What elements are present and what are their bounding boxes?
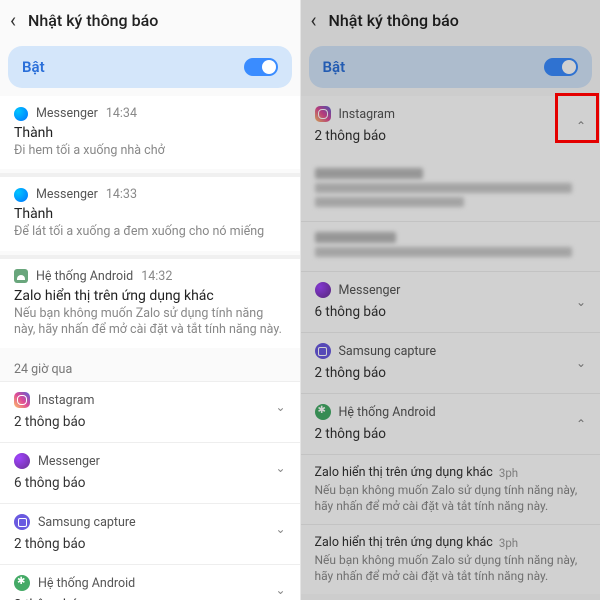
messenger-icon	[14, 453, 30, 469]
group-count: 2 thông báo	[14, 536, 286, 552]
samsung-capture-icon	[14, 514, 30, 530]
chevron-down-icon: ⌄	[576, 295, 586, 309]
app-group[interactable]: Samsung capture 2 thông báo ⌄	[0, 503, 300, 564]
tutorial-highlight	[555, 93, 599, 143]
notif-body: Nếu bạn không muốn Zalo sử dụng tính năn…	[315, 553, 587, 584]
chevron-down-icon: ⌄	[275, 400, 285, 414]
blurred-notification	[301, 221, 600, 271]
notif-body: Đi hem tối a xuống nhà chở	[14, 143, 286, 159]
header: ‹ Nhật ký thông báo	[0, 0, 300, 40]
notification-item[interactable]: Messenger 14:33 Thành Để lát tối a xuống…	[0, 177, 300, 250]
notif-time: 14:32	[141, 269, 172, 284]
back-icon[interactable]: ‹	[10, 8, 16, 32]
group-app-name: Instagram	[38, 393, 94, 408]
messenger-icon	[14, 107, 28, 121]
notif-time: 3ph	[499, 466, 518, 480]
app-group[interactable]: Messenger 6 thông báo ⌄	[301, 271, 600, 332]
page-title: Nhật ký thông báo	[28, 11, 158, 30]
notif-body: Nếu bạn không muốn Zalo sử dụng tính năn…	[14, 306, 286, 339]
toggle-switch[interactable]	[544, 58, 578, 76]
notif-title: Zalo hiển thị trên ứng dụng khác	[14, 288, 286, 304]
notif-title: Thành	[14, 125, 286, 141]
toggle-switch[interactable]	[244, 58, 278, 76]
group-count: 6 thông báo	[315, 304, 587, 320]
notif-title: Zalo hiển thị trên ứng dụng khác	[315, 535, 493, 550]
blurred-notification	[301, 158, 600, 221]
group-count: 6 thông báo	[14, 475, 286, 491]
master-toggle-row[interactable]: Bật	[309, 46, 593, 88]
android-settings-icon	[14, 575, 30, 591]
app-group[interactable]: Messenger 6 thông báo ⌄	[0, 442, 300, 503]
group-app-name: Hệ thống Android	[38, 576, 135, 591]
notif-time: 14:34	[106, 106, 137, 121]
notif-time: 14:33	[106, 187, 137, 202]
samsung-capture-icon	[315, 343, 331, 359]
app-name: Messenger	[36, 187, 98, 202]
group-app-name: Messenger	[38, 454, 100, 469]
group-app-name: Messenger	[339, 283, 401, 298]
app-name: Messenger	[36, 106, 98, 121]
notification-item[interactable]: Hệ thống Android 14:32 Zalo hiển thị trê…	[0, 259, 300, 349]
back-icon[interactable]: ‹	[311, 8, 317, 32]
app-group[interactable]: Samsung capture 2 thông báo ⌄	[301, 332, 600, 393]
group-count: 2 thông báo	[315, 426, 587, 442]
notification-item[interactable]: Zalo hiển thị trên ứng dụng khác 3ph Nếu…	[301, 454, 600, 524]
chevron-down-icon: ⌄	[275, 522, 285, 536]
instagram-icon	[14, 392, 30, 408]
group-count: 2 thông báo	[315, 365, 587, 381]
page-title: Nhật ký thông báo	[329, 11, 459, 30]
messenger-icon	[315, 282, 331, 298]
android-icon	[14, 269, 28, 283]
screenshot-right: ‹ Nhật ký thông báo Bật Instagram 2 thôn…	[301, 0, 600, 600]
app-group[interactable]: Hệ thống Android 2 thông báo ⌄	[0, 564, 300, 600]
app-group[interactable]: Instagram 2 thông báo ⌄	[0, 381, 300, 442]
notif-title: Zalo hiển thị trên ứng dụng khác	[315, 465, 493, 480]
toggle-label: Bật	[22, 58, 45, 76]
master-toggle-row[interactable]: Bật	[8, 46, 292, 88]
messenger-icon	[14, 188, 28, 202]
app-name: Hệ thống Android	[36, 269, 133, 284]
chevron-up-icon: ⌃	[576, 417, 586, 431]
group-count: 2 thông báo	[14, 414, 286, 430]
group-count: 2 thông báo	[315, 128, 587, 144]
notif-time: 3ph	[499, 536, 518, 550]
group-app-name: Hệ thống Android	[339, 405, 436, 420]
android-settings-icon	[315, 404, 331, 420]
notif-body: Nếu bạn không muốn Zalo sử dụng tính năn…	[315, 483, 587, 514]
notif-title: Thành	[14, 206, 286, 222]
notif-body: Để lát tối a xuống a đem xuống cho nó mi…	[14, 224, 286, 240]
notification-item[interactable]: Zalo hiển thị trên ứng dụng khác 3ph Nếu…	[301, 524, 600, 594]
chevron-down-icon: ⌄	[576, 356, 586, 370]
group-app-name: Samsung capture	[38, 515, 136, 530]
app-group[interactable]: Hệ thống Android 2 thông báo ⌃	[301, 393, 600, 454]
toggle-label: Bật	[323, 58, 346, 76]
header: ‹ Nhật ký thông báo	[301, 0, 600, 40]
section-24h: 24 giờ qua	[0, 352, 300, 381]
chevron-down-icon: ⌄	[275, 583, 285, 597]
instagram-icon	[315, 106, 331, 122]
notification-item[interactable]: Messenger 14:34 Thành Đi hem tối a xuống…	[0, 96, 300, 169]
screenshot-left: ‹ Nhật ký thông báo Bật Messenger 14:34 …	[0, 0, 300, 600]
group-app-name: Instagram	[339, 107, 395, 122]
chevron-down-icon: ⌄	[275, 461, 285, 475]
group-app-name: Samsung capture	[339, 344, 437, 359]
